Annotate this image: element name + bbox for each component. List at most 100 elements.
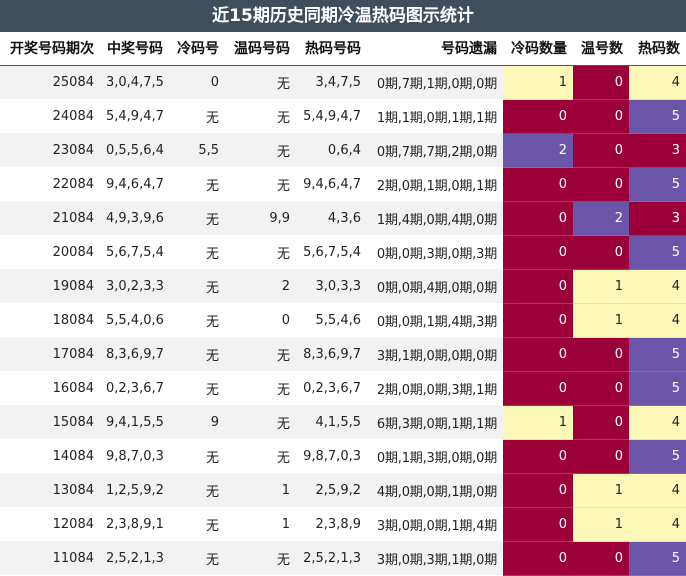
cell-winning: 5,6,7,5,4 [100,235,169,269]
cell-winning: 0,5,5,6,4 [100,133,169,167]
cell-cold: 无 [169,303,225,337]
cell-hot-count: 4 [629,405,686,440]
cell-cold: 无 [169,99,225,133]
cell-hot-count: 5 [629,99,686,134]
cell-omission: 1期,1期,0期,1期,1期 [367,99,503,133]
cell-winning: 9,4,1,5,5 [100,405,169,439]
cell-warm-count: 0 [573,541,629,576]
table-row: 12084 2,3,8,9,1 无 1 2,3,8,9 3期,0期,0期,1期,4期 0 1 4 [0,507,686,542]
header-row: 开奖号码期次 中奖号码 冷码号 温码号码 热码号码 号码遗漏 冷码数量 温号数 … [0,32,686,66]
cell-hot-count: 5 [629,541,686,576]
cell-omission: 0期,7期,7期,2期,0期 [367,133,503,167]
cell-winning: 1,2,5,9,2 [100,473,169,507]
cell-period: 14084 [0,439,100,473]
cell-period: 21084 [0,201,100,235]
cell-hot: 0,2,3,6,7 [296,371,367,405]
cell-cold-count: 0 [503,167,573,202]
cell-cold: 无 [169,201,225,235]
cell-winning: 2,3,8,9,1 [100,507,169,541]
cell-warm-count: 0 [573,235,629,270]
cell-omission: 0期,1期,3期,0期,0期 [367,439,503,473]
header-cold: 冷码号 [169,32,225,66]
header-omission: 号码遗漏 [367,32,503,66]
cell-winning: 2,5,2,1,3 [100,541,169,575]
cell-hot: 8,3,6,9,7 [296,337,367,371]
cell-omission: 4期,0期,0期,1期,0期 [367,473,503,507]
cell-cold-count: 2 [503,133,573,168]
cell-cold-count: 0 [503,541,573,576]
cell-hot: 3,4,7,5 [296,65,367,99]
cell-warm-count: 0 [573,405,629,440]
cell-warm: 无 [225,167,296,201]
cell-hot: 2,3,8,9 [296,507,367,541]
cell-warm-count: 0 [573,371,629,406]
cell-omission: 6期,3期,0期,1期,1期 [367,405,503,439]
stats-table: 开奖号码期次 中奖号码 冷码号 温码号码 热码号码 号码遗漏 冷码数量 温号数 … [0,32,686,576]
cell-hot-count: 5 [629,167,686,202]
header-warm-count: 温号数 [573,32,629,66]
cell-cold-count: 0 [503,337,573,372]
cell-cold-count: 0 [503,201,573,236]
header-warm: 温码号码 [225,32,296,66]
cell-warm: 1 [225,507,296,541]
cell-period: 22084 [0,167,100,201]
table-row: 22084 9,4,6,4,7 无无 9,4,6,4,7 2期,0期,1期,0期,1期 0… [0,167,686,202]
cell-hot-count: 5 [629,235,686,270]
cell-omission: 2期,0期,1期,0期,1期 [367,167,503,201]
cell-winning: 0,2,3,6,7 [100,371,169,405]
cell-hot: 9,4,6,4,7 [296,167,367,201]
cell-hot: 5,4,9,4,7 [296,99,367,133]
header-hot-count: 热码数 [629,32,686,66]
table-row: 21084 4,9,3,9,6 无 9,9 4,3,6 1期,4期,0期,4期,0期 0 2 3 [0,201,686,236]
cell-winning: 5,5,4,0,6 [100,303,169,337]
table-row: 13084 1,2,5,9,2 无 1 2,5,9,2 4期,0期,0期,1期,0期 0 1 4 [0,473,686,508]
cell-warm: 无 [225,337,296,371]
cell-period: 19084 [0,269,100,303]
cell-cold: 5,5 [169,133,225,167]
cell-omission: 3期,0期,3期,1期,0期 [367,541,503,575]
cell-hot: 2,5,2,1,3 [296,541,367,575]
table-row: 17084 8,3,6,9,7 无无 8,3,6,9,7 3期,1期,0期,0期,0期 0… [0,337,686,372]
table-row: 14084 9,8,7,0,3 无无 9,8,7,0,3 0期,1期,3期,0期,0期 0… [0,439,686,474]
cell-warm: 无 [225,439,296,473]
cell-warm: 9,9 [225,201,296,235]
table-row: 11084 2,5,2,1,3 无无 2,5,2,1,3 3期,0期,3期,1期,0期 0… [0,541,686,576]
cell-period: 16084 [0,371,100,405]
cell-omission: 0期,0期,4期,0期,0期 [367,269,503,303]
cell-hot-count: 4 [629,65,686,100]
cell-warm: 无 [225,541,296,575]
cell-warm: 无 [225,65,296,99]
cell-hot-count: 4 [629,269,686,304]
cell-cold: 0 [169,65,225,99]
cell-hot-count: 4 [629,303,686,338]
cell-hot: 0,6,4 [296,133,367,167]
cell-hot: 4,3,6 [296,201,367,235]
cell-warm: 无 [225,133,296,167]
cell-cold-count: 0 [503,371,573,406]
table-row: 16084 0,2,3,6,7 无无 0,2,3,6,7 2期,0期,0期,3期,1期 0… [0,371,686,406]
cell-omission: 2期,0期,0期,3期,1期 [367,371,503,405]
table-row: 20084 5,6,7,5,4 无无 5,6,7,5,4 0期,0期,3期,0期,3期 0… [0,235,686,270]
cell-warm-count: 0 [573,65,629,100]
cell-cold-count: 0 [503,473,573,508]
cell-cold: 无 [169,337,225,371]
cell-cold-count: 0 [503,303,573,338]
cell-cold: 无 [169,473,225,507]
cell-warm-count: 0 [573,167,629,202]
cell-hot: 5,6,7,5,4 [296,235,367,269]
cell-omission: 3期,0期,0期,1期,4期 [367,507,503,541]
cell-warm-count: 1 [573,473,629,508]
cell-period: 13084 [0,473,100,507]
cell-cold-count: 0 [503,269,573,304]
cell-period: 18084 [0,303,100,337]
cell-period: 25084 [0,65,100,99]
cell-omission: 0期,0期,3期,0期,3期 [367,235,503,269]
cell-warm-count: 1 [573,269,629,304]
page-title: 近15期历史同期冷温热码图示统计 [0,0,686,32]
cell-cold-count: 1 [503,65,573,100]
cell-warm: 无 [225,235,296,269]
table-row: 24084 5,4,9,4,7 无无 5,4,9,4,7 1期,1期,0期,1期,1期 0… [0,99,686,134]
cell-hot: 9,8,7,0,3 [296,439,367,473]
cell-period: 24084 [0,99,100,133]
cell-hot-count: 4 [629,473,686,508]
